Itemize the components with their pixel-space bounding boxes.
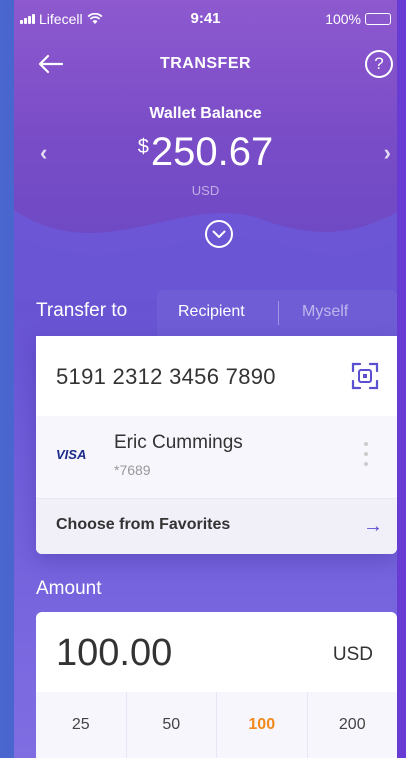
card-number-input[interactable]: 5191 2312 3456 7890 bbox=[56, 364, 276, 390]
visa-logo: VISA bbox=[56, 447, 87, 462]
currency-symbol: $ bbox=[137, 136, 149, 158]
wallet-currency: USD bbox=[191, 183, 220, 198]
chevron-right-icon[interactable]: › bbox=[384, 140, 391, 166]
choose-favorites-label: Choose from Favorites bbox=[56, 516, 231, 533]
chevron-down-circle-icon[interactable] bbox=[204, 219, 234, 249]
transfer-tabs: Transfer to Recipient Myself bbox=[14, 290, 397, 336]
battery-status: 100% bbox=[325, 11, 391, 27]
recipient-card: 5191 2312 3456 7890 VISA Eric Cummings *… bbox=[36, 336, 397, 554]
wallet-balance-label: Wallet Balance bbox=[149, 105, 262, 122]
amount-currency[interactable]: USD bbox=[333, 644, 373, 666]
quick-amount-option[interactable]: 200 bbox=[308, 692, 398, 758]
phone-screen: Lifecell 9:41 100% TRANSFER ? Wallet Bal… bbox=[14, 0, 397, 758]
wallet-balance: $250.67 bbox=[14, 130, 397, 175]
tab-myself[interactable]: Myself bbox=[302, 303, 348, 321]
recipient-card-last4: *7689 bbox=[114, 462, 151, 478]
amount-label: Amount bbox=[36, 578, 102, 599]
quick-amounts: 25 50 100 200 bbox=[36, 692, 397, 758]
transfer-to-label: Transfer to bbox=[36, 300, 128, 321]
recipient-name: Eric Cummings bbox=[114, 432, 243, 453]
amount-card: 100.00 USD 25 50 100 200 bbox=[36, 612, 397, 758]
quick-amount-option[interactable]: 25 bbox=[36, 692, 127, 758]
amount-input[interactable]: 100.00 bbox=[56, 632, 172, 675]
tab-recipient[interactable]: Recipient bbox=[178, 303, 245, 321]
arrow-right-icon[interactable]: → bbox=[363, 515, 383, 538]
nav-bar: TRANSFER ? bbox=[14, 46, 397, 86]
favorites-row[interactable]: Choose from Favorites → bbox=[36, 498, 397, 554]
wallet-amount: 250.67 bbox=[150, 130, 274, 174]
card-number-row[interactable]: 5191 2312 3456 7890 bbox=[36, 336, 397, 416]
quick-amount-option[interactable]: 50 bbox=[127, 692, 217, 758]
recipient-row[interactable]: VISA Eric Cummings *7689 bbox=[36, 416, 397, 498]
scan-card-icon[interactable] bbox=[351, 362, 379, 390]
tab-divider bbox=[278, 301, 279, 325]
status-bar: Lifecell 9:41 100% bbox=[14, 0, 397, 40]
page-title: TRANSFER bbox=[159, 55, 252, 72]
battery-percent: 100% bbox=[325, 11, 361, 27]
help-icon[interactable]: ? bbox=[365, 50, 393, 78]
chevron-left-icon[interactable]: ‹ bbox=[40, 140, 47, 166]
quick-amount-option-selected[interactable]: 100 bbox=[217, 692, 308, 758]
recipient-segment: Recipient Myself bbox=[157, 290, 397, 336]
battery-icon bbox=[365, 13, 391, 25]
more-vertical-icon[interactable] bbox=[363, 442, 369, 472]
